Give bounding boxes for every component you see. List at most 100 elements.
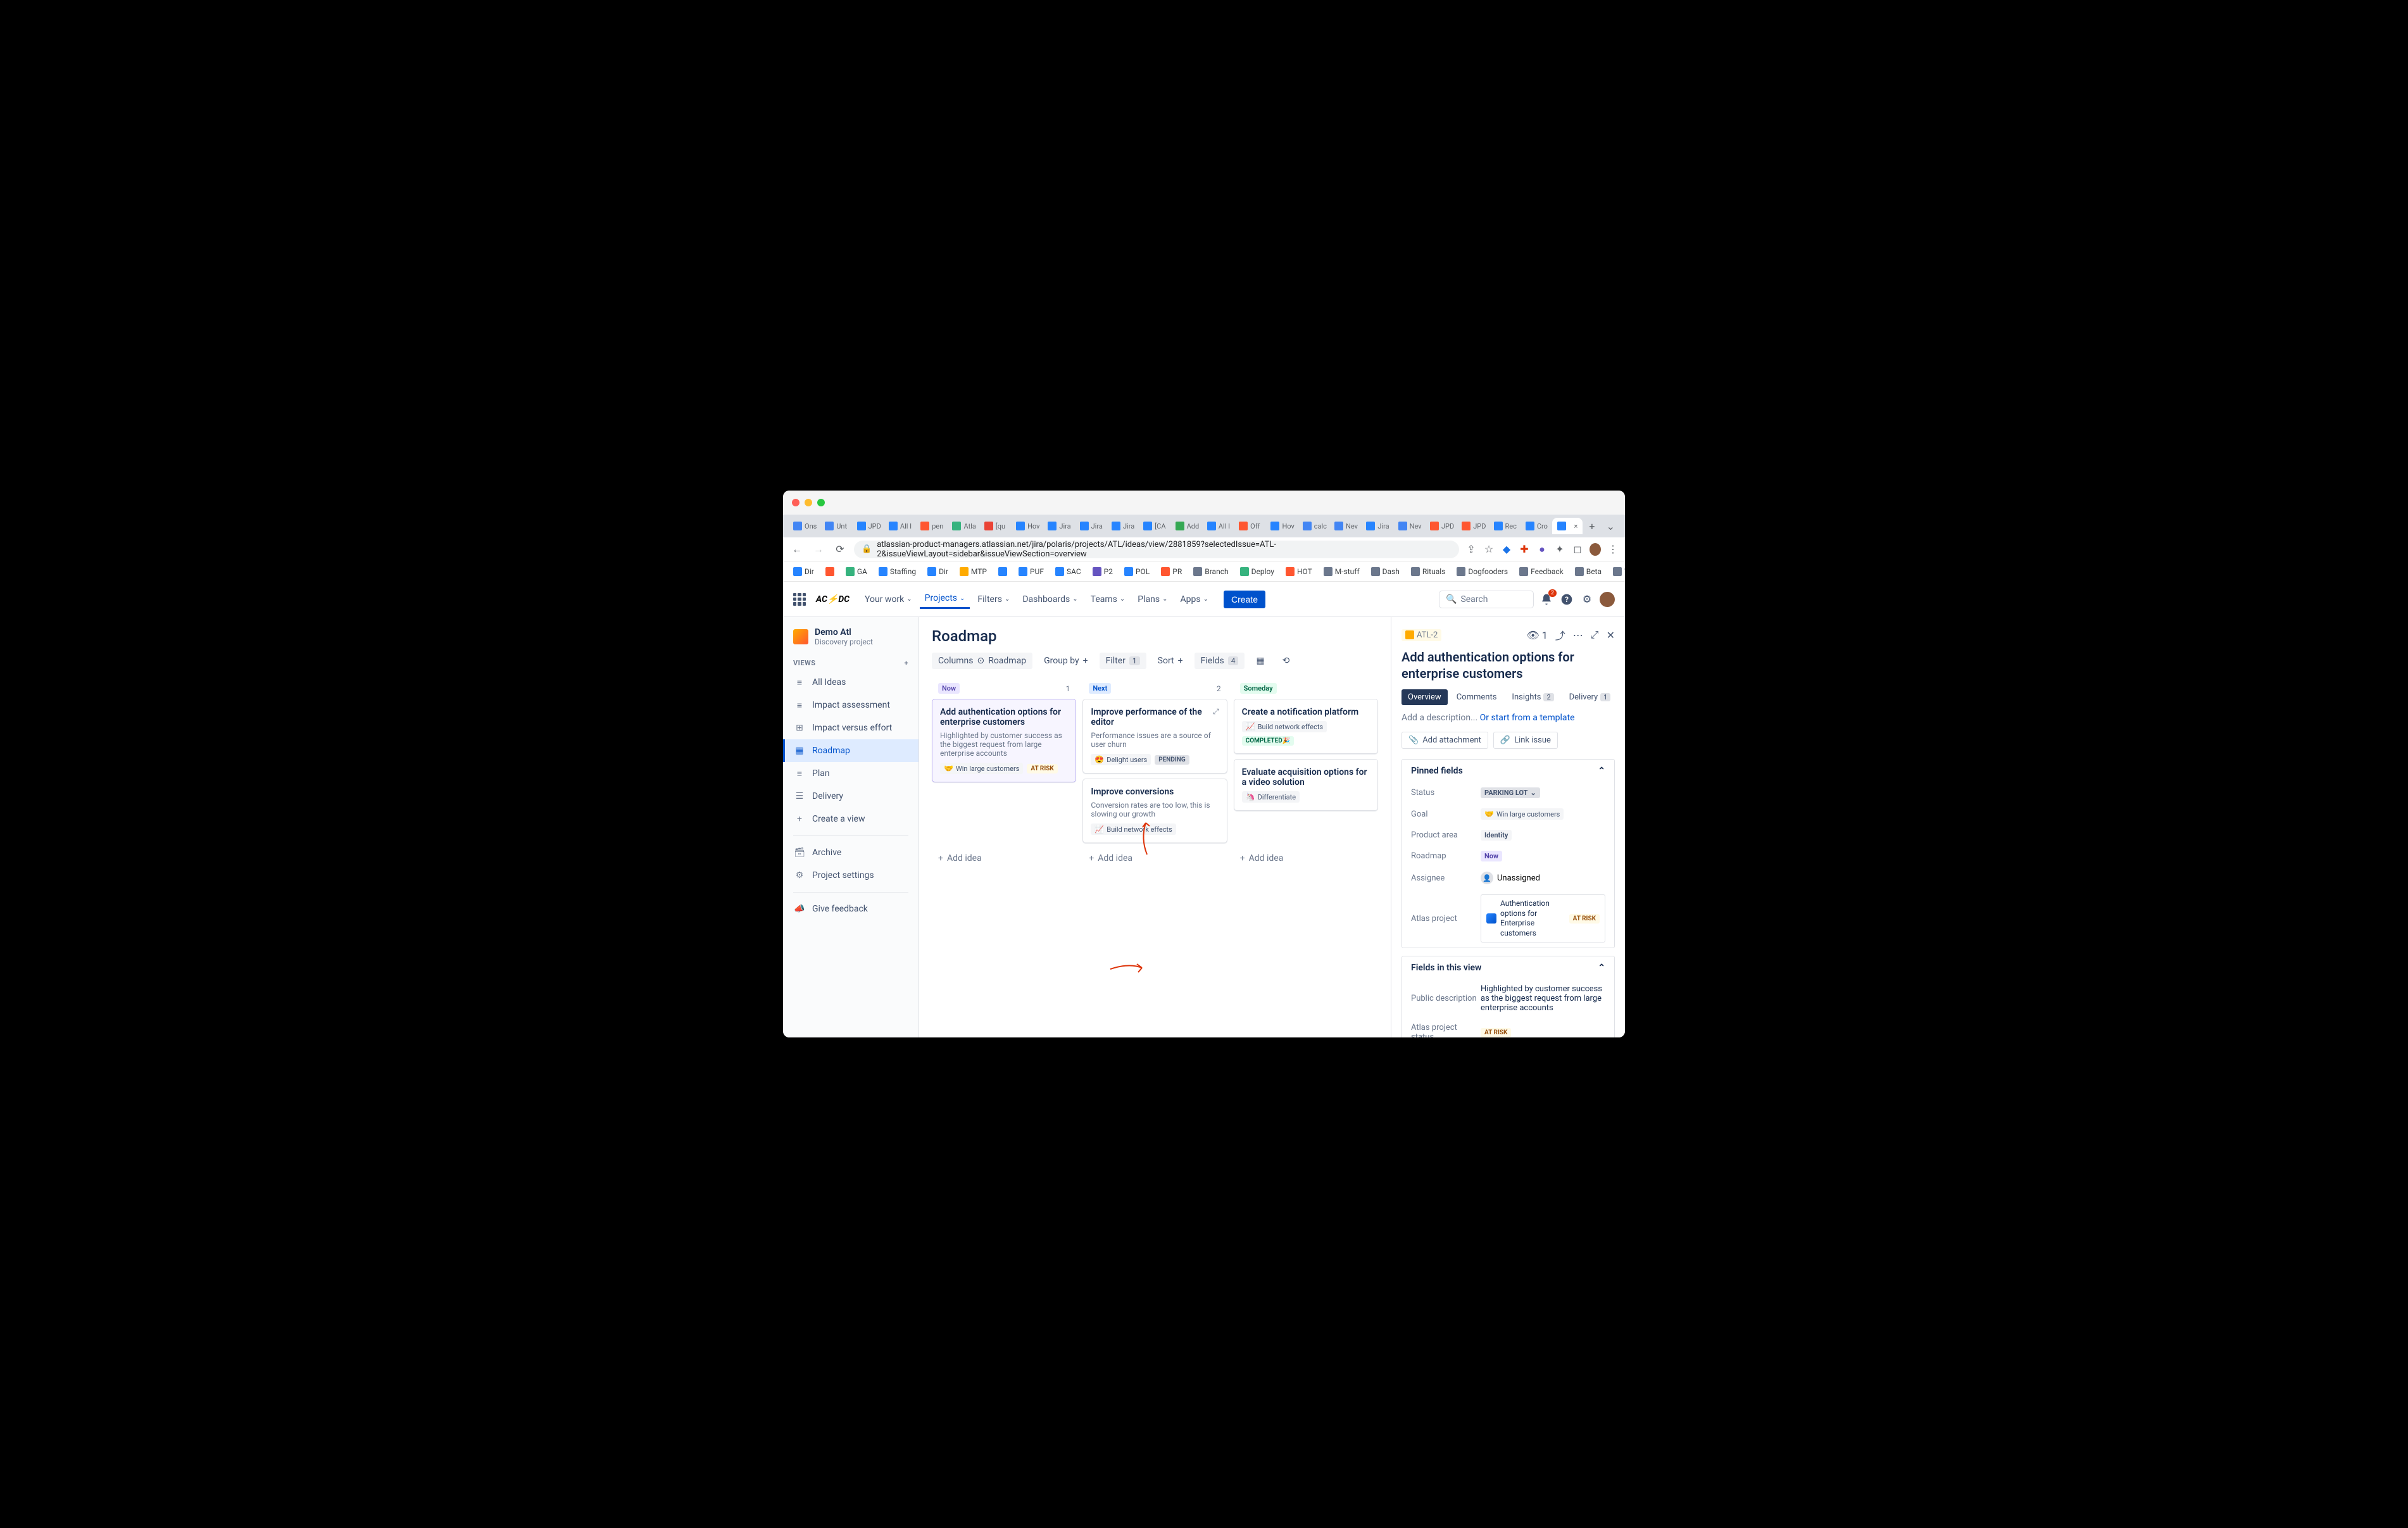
browser-tab[interactable]: Jira: [1361, 518, 1391, 534]
status-lozenge[interactable]: PARKING LOT ⌄: [1481, 787, 1540, 798]
search-input[interactable]: 🔍 Search: [1439, 591, 1534, 608]
add-idea-button[interactable]: + Add idea: [1082, 848, 1227, 868]
idea-card[interactable]: Evaluate acquisition options for a video…: [1234, 759, 1378, 811]
browser-tab[interactable]: JPD: [1425, 518, 1455, 534]
nav-item-teams[interactable]: Teams⌄: [1086, 589, 1131, 609]
template-link[interactable]: Or start from a template: [1480, 713, 1575, 723]
sidebar-item-all-ideas[interactable]: ≡All Ideas: [783, 671, 919, 694]
reload-button[interactable]: ⟳: [832, 542, 848, 557]
goal-tag[interactable]: 🤝Win large customers: [1481, 808, 1564, 820]
back-button[interactable]: ←: [789, 542, 805, 557]
bookmark[interactable]: Staffing: [875, 565, 920, 579]
goal-tag[interactable]: 📈Build network effects: [1242, 721, 1327, 732]
new-tab-button[interactable]: +: [1584, 518, 1600, 535]
sidebar-item-plan[interactable]: ≡Plan: [783, 762, 919, 785]
expand-icon[interactable]: ⤢: [1213, 707, 1219, 717]
sidebar-item-delivery[interactable]: ☰Delivery: [783, 785, 919, 808]
nav-item-your-work[interactable]: Your work⌄: [860, 589, 917, 609]
create-button[interactable]: Create: [1224, 591, 1265, 608]
idea-card[interactable]: ⤢ Improve performance of the editor Perf…: [1082, 699, 1227, 773]
bookmark[interactable]: M-stuff: [1320, 565, 1364, 579]
user-avatar[interactable]: [1600, 592, 1615, 607]
field-atlas-project[interactable]: Atlas project Authentication options for…: [1402, 889, 1614, 948]
field-product-area[interactable]: Product area Identity: [1402, 825, 1614, 846]
browser-tab[interactable]: JPD: [1457, 518, 1487, 534]
browser-tab[interactable]: Add: [1170, 518, 1201, 534]
field-atlas-status[interactable]: Atlas project status AT RISK: [1402, 1018, 1614, 1037]
idea-card[interactable]: Add authentication options for enterpris…: [932, 699, 1076, 782]
watch-button[interactable]: 👁 1: [1526, 629, 1547, 641]
add-view-icon[interactable]: +: [905, 659, 909, 667]
browser-tab[interactable]: JPD: [852, 518, 882, 534]
bookmark[interactable]: [994, 565, 1011, 579]
browser-tab[interactable]: Atla: [947, 518, 977, 534]
atlas-project-box[interactable]: Authentication options for Enterprise cu…: [1481, 894, 1605, 942]
nav-item-filters[interactable]: Filters⌄: [972, 589, 1015, 609]
bookmark[interactable]: Beta: [1571, 565, 1605, 579]
field-assignee[interactable]: Assignee 👤Unassigned: [1402, 867, 1614, 889]
app-logo[interactable]: AC⚡DC: [816, 594, 850, 604]
idea-card[interactable]: Create a notification platform 📈Build ne…: [1234, 699, 1378, 754]
detail-title[interactable]: Add authentication options for enterpris…: [1402, 649, 1615, 682]
browser-tab[interactable]: Jira: [1075, 518, 1105, 534]
profile-avatar[interactable]: [1590, 544, 1601, 555]
tab-history[interactable]: History: [1619, 689, 1625, 705]
product-area-tag[interactable]: Identity: [1481, 830, 1512, 841]
browser-tab[interactable]: Unt: [820, 518, 850, 534]
filter-button[interactable]: Filter 1: [1100, 653, 1146, 669]
pinned-fields-header[interactable]: Pinned fields ⌃: [1402, 760, 1614, 782]
expand-icon[interactable]: ⤢: [1591, 629, 1599, 641]
browser-tab[interactable]: Off: [1234, 518, 1264, 534]
close-icon[interactable]: ×: [1574, 522, 1578, 530]
goal-tag[interactable]: 😍Delight users: [1091, 754, 1151, 765]
nav-item-projects[interactable]: Projects⌄: [920, 589, 970, 609]
add-idea-button[interactable]: + Add idea: [1234, 848, 1378, 868]
browser-tab[interactable]: All I: [884, 518, 914, 534]
browser-tab[interactable]: Jira: [1107, 518, 1137, 534]
bookmark[interactable]: Deploy: [1236, 565, 1278, 579]
close-icon[interactable]: ✕: [1607, 629, 1615, 641]
refresh-icon[interactable]: ⟲: [1276, 653, 1296, 669]
browser-tab[interactable]: Cro: [1521, 518, 1551, 534]
maximize-window-button[interactable]: [817, 499, 825, 506]
project-header[interactable]: Demo Atl Discovery project: [783, 617, 919, 653]
browser-tab[interactable]: [CA: [1138, 518, 1169, 534]
add-idea-button[interactable]: + Add idea: [932, 848, 1076, 868]
bookmark[interactable]: SAC: [1051, 565, 1085, 579]
extension-icon[interactable]: ✚: [1519, 544, 1530, 555]
bookmark[interactable]: POL: [1120, 565, 1153, 579]
bookmark[interactable]: Feedback: [1515, 565, 1567, 579]
sidebar-item-impact-versus-effort[interactable]: ⊞Impact versus effort: [783, 717, 919, 739]
create-view-button[interactable]: + Create a view: [783, 808, 919, 830]
field-status[interactable]: Status PARKING LOT ⌄: [1402, 782, 1614, 803]
bookmark[interactable]: TAW: [1609, 565, 1625, 579]
tab-insights[interactable]: Insights2: [1505, 689, 1560, 705]
browser-tab[interactable]: Hov: [1011, 518, 1041, 534]
description-field[interactable]: Add a description... Or start from a tem…: [1402, 713, 1615, 723]
idea-card[interactable]: Improve conversions Conversion rates are…: [1082, 779, 1227, 843]
browser-tab[interactable]: Rec: [1489, 518, 1519, 534]
nav-item-plans[interactable]: Plans⌄: [1132, 589, 1172, 609]
browser-tab-active[interactable]: ×: [1552, 518, 1583, 534]
add-attachment-button[interactable]: 📎 Add attachment: [1402, 732, 1488, 749]
settings-icon[interactable]: ⚙: [1579, 592, 1595, 607]
minimize-window-button[interactable]: [805, 499, 812, 506]
account-icon[interactable]: ◻: [1572, 544, 1583, 555]
sidebar-item-roadmap[interactable]: ▦Roadmap: [783, 739, 919, 762]
close-window-button[interactable]: [792, 499, 800, 506]
fields-button[interactable]: Fields 4: [1195, 653, 1245, 669]
bookmark[interactable]: GA: [842, 565, 871, 579]
bookmark[interactable]: Branch: [1189, 565, 1232, 579]
sidebar-item-impact-assessment[interactable]: ≡Impact assessment: [783, 694, 919, 717]
browser-tab[interactable]: [qu: [979, 518, 1010, 534]
menu-icon[interactable]: ⋮: [1607, 544, 1619, 555]
bookmark[interactable]: HOT: [1282, 565, 1316, 579]
group-by-button[interactable]: Group by +: [1038, 653, 1094, 669]
notifications-icon[interactable]: 2: [1539, 592, 1554, 607]
extension-icon[interactable]: ◆: [1501, 544, 1512, 555]
issue-key[interactable]: ATL-2: [1402, 629, 1441, 641]
browser-tab[interactable]: All I: [1202, 518, 1232, 534]
share-icon[interactable]: ⇪: [1465, 544, 1477, 555]
browser-tab[interactable]: Jira: [1043, 518, 1073, 534]
url-input[interactable]: 🔒 atlassian-product-managers.atlassian.n…: [854, 541, 1459, 558]
